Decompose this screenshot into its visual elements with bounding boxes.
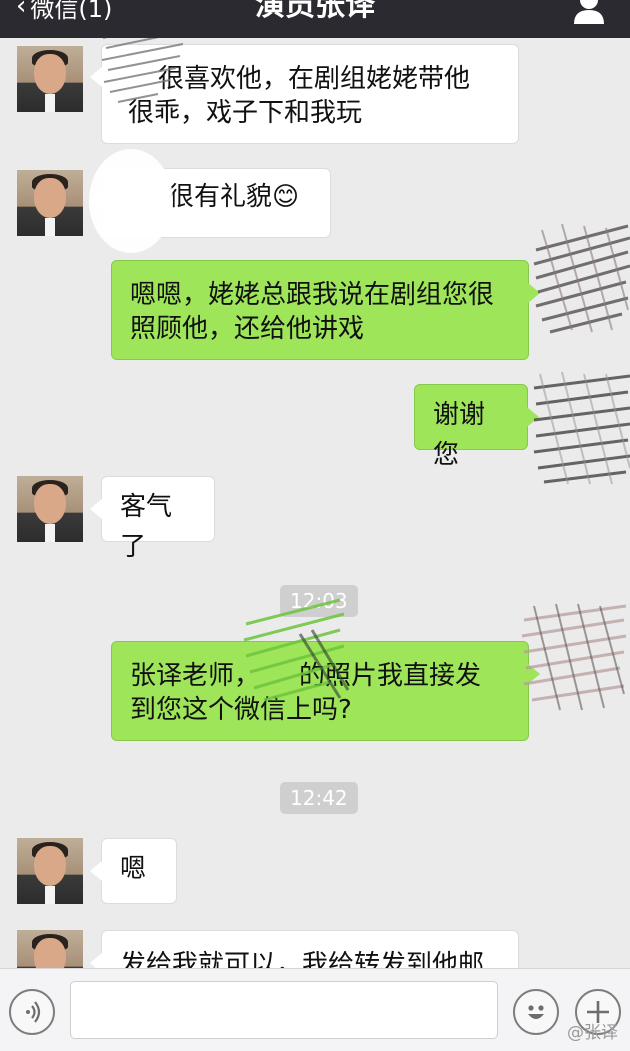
- message-text: 客气了: [120, 492, 173, 562]
- message-list[interactable]: 很喜欢他，在剧组姥姥带他 很乖，戏子下和我玩 很有礼貌😊 嗯嗯，姥姥总跟我说在剧…: [0, 38, 630, 968]
- input-bar: @张译: [0, 968, 630, 1051]
- message-text: 谢谢您: [433, 400, 486, 470]
- avatar[interactable]: [17, 170, 83, 236]
- contact-info-icon[interactable]: [572, 0, 606, 24]
- message-text: 照顾他，还给他讲戏: [130, 314, 365, 344]
- message-bubble-sent[interactable]: 嗯嗯，姥姥总跟我说在剧组您很 照顾他，还给他讲戏: [111, 260, 540, 360]
- redaction-scribble: [101, 38, 184, 103]
- avatar[interactable]: [17, 46, 83, 112]
- message-bubble-received[interactable]: 发给我就可以，我给转发到他邮: [90, 930, 519, 968]
- redaction-scribble: [521, 603, 627, 711]
- message-text: 发给我就可以，我给转发到他邮: [120, 950, 485, 968]
- avatar[interactable]: [17, 476, 83, 542]
- message-bubble-received[interactable]: 客气了: [90, 476, 215, 562]
- chat-header: ‹ 微信(1) 演员张译: [0, 0, 630, 38]
- voice-icon[interactable]: [9, 989, 55, 1035]
- message-bubble-sent[interactable]: 谢谢您: [414, 384, 539, 470]
- watermark: @张译: [567, 1023, 618, 1043]
- avatar[interactable]: [17, 930, 83, 968]
- emoji-icon[interactable]: [513, 989, 559, 1035]
- chat-title: 演员张译: [255, 0, 375, 23]
- redaction-scribble: [533, 223, 630, 334]
- message-input[interactable]: [70, 981, 498, 1039]
- message-text: 嗯: [120, 854, 147, 884]
- redaction-scribble: [533, 371, 630, 485]
- timestamp: 12:42: [280, 782, 358, 814]
- avatar[interactable]: [17, 838, 83, 904]
- redaction-scribble: [243, 598, 350, 702]
- redaction-scribble: [89, 149, 173, 253]
- message-bubble-received[interactable]: 嗯: [90, 838, 177, 904]
